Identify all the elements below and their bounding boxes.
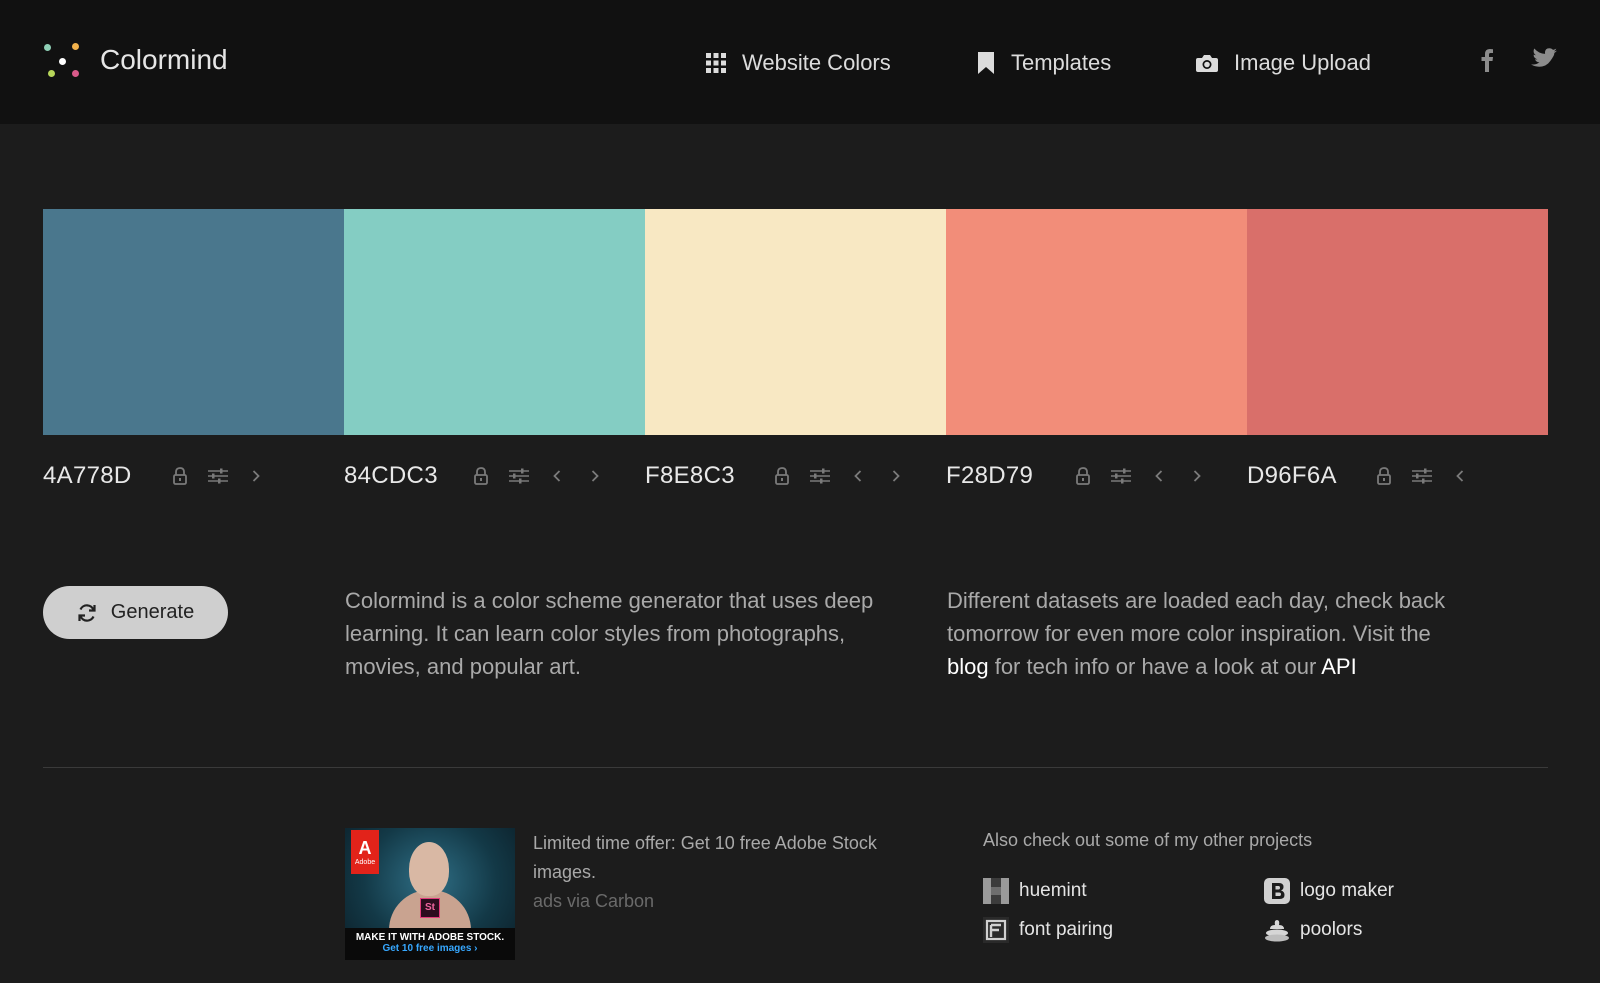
project-logo-maker[interactable]: logo maker — [1264, 878, 1394, 904]
ad-banner-line1: MAKE IT WITH ADOBE STOCK. — [355, 932, 505, 943]
top-header: Colormind Website Colors Templates Image… — [0, 0, 1600, 124]
hex-value[interactable]: D96F6A — [1247, 462, 1365, 490]
chevron-left-icon[interactable] — [538, 463, 576, 489]
logo-dot — [48, 70, 55, 77]
ad-image[interactable]: A Adobe St MAKE IT WITH ADOBE STOCK. Get… — [345, 828, 515, 960]
generate-button[interactable]: Generate — [43, 586, 228, 639]
chevron-right-icon[interactable] — [237, 463, 275, 489]
swatch-label-4: F28D79 — [946, 458, 1247, 494]
swatch-4[interactable] — [946, 209, 1247, 435]
swatch-1[interactable] — [43, 209, 344, 435]
datasets-text: Different datasets are loaded each day, … — [947, 584, 1467, 683]
logo-dot — [72, 43, 79, 50]
nav-image-upload[interactable]: Image Upload — [1196, 46, 1371, 80]
hex-value[interactable]: F8E8C3 — [645, 462, 763, 490]
ad-via-link[interactable]: ads via Carbon — [533, 887, 913, 916]
poolors-icon — [1265, 920, 1289, 942]
swatch-label-1: 4A778D — [43, 458, 344, 494]
ad-banner: MAKE IT WITH ADOBE STOCK. Get 10 free im… — [345, 928, 515, 960]
swatch-labels: 4A778D 84CDC3 F8E8C3 F28D79 D96F6A — [43, 458, 1548, 494]
about-text: Colormind is a color scheme generator th… — [345, 588, 874, 679]
logo-dot — [72, 70, 79, 77]
chevron-right-icon[interactable] — [576, 463, 614, 489]
datasets-text-part1: Different datasets are loaded each day, … — [947, 588, 1446, 646]
nav-templates[interactable]: Templates — [977, 46, 1111, 80]
camera-icon — [1196, 55, 1218, 72]
huemint-icon — [983, 878, 1009, 904]
chevron-right-icon[interactable] — [877, 463, 915, 489]
nav-templates-label: Templates — [1011, 50, 1112, 75]
adobe-logo: A Adobe — [351, 830, 379, 874]
twitter-icon[interactable] — [1531, 48, 1557, 74]
lock-icon[interactable] — [1365, 463, 1403, 489]
ad-text: Limited time offer: Get 10 free Adobe St… — [533, 829, 913, 916]
ad-banner-line2: Get 10 free images › — [382, 943, 478, 954]
color-palette — [43, 209, 1548, 435]
project-label: poolors — [1300, 919, 1363, 940]
hex-value[interactable]: F28D79 — [946, 462, 1064, 490]
adobe-logo-name: Adobe — [354, 859, 376, 866]
generate-label: Generate — [110, 601, 195, 623]
grid-icon — [706, 53, 726, 73]
chevron-left-icon[interactable] — [839, 463, 877, 489]
lock-icon[interactable] — [1064, 463, 1102, 489]
bookmark-icon — [978, 52, 994, 74]
ad-offer[interactable]: Limited time offer: Get 10 free Adobe St… — [533, 829, 913, 887]
refresh-icon — [78, 603, 96, 622]
stock-badge: St — [420, 898, 440, 918]
hex-value[interactable]: 4A778D — [43, 462, 161, 490]
lock-icon[interactable] — [161, 463, 199, 489]
project-label: huemint — [1019, 880, 1087, 901]
nav-image-upload-label: Image Upload — [1234, 50, 1371, 75]
adjust-sliders-icon[interactable] — [801, 463, 839, 489]
section-divider — [43, 767, 1548, 768]
logo-dot — [44, 44, 51, 51]
chevron-left-icon[interactable] — [1441, 463, 1479, 489]
adjust-sliders-icon[interactable] — [500, 463, 538, 489]
swatch-3[interactable] — [645, 209, 946, 435]
brand-name[interactable]: Colormind — [100, 44, 228, 76]
ad-figure-face — [409, 842, 449, 896]
colormind-logo-icon[interactable] — [42, 42, 82, 82]
logo-dot — [59, 58, 66, 65]
swatch-label-3: F8E8C3 — [645, 458, 946, 494]
datasets-text-part2: for tech info or have a look at our — [988, 654, 1322, 679]
hex-value[interactable]: 84CDC3 — [344, 462, 462, 490]
font-pairing-icon — [983, 917, 1009, 943]
api-link[interactable]: API — [1321, 654, 1356, 679]
lock-icon[interactable] — [763, 463, 801, 489]
logo-maker-icon — [1264, 878, 1290, 904]
adjust-sliders-icon[interactable] — [1102, 463, 1140, 489]
nav-website-colors-label: Website Colors — [742, 50, 891, 75]
chevron-left-icon[interactable] — [1140, 463, 1178, 489]
project-poolors[interactable]: poolors — [1264, 917, 1362, 943]
project-label: logo maker — [1300, 880, 1394, 901]
blog-link[interactable]: blog — [947, 654, 989, 679]
swatch-2[interactable] — [344, 209, 645, 435]
swatch-5[interactable] — [1247, 209, 1548, 435]
lock-icon[interactable] — [462, 463, 500, 489]
swatch-label-5: D96F6A — [1247, 458, 1548, 494]
facebook-icon[interactable] — [1480, 48, 1494, 76]
nav-website-colors[interactable]: Website Colors — [706, 46, 891, 80]
project-huemint[interactable]: huemint — [983, 878, 1087, 904]
project-label: font pairing — [1019, 919, 1114, 940]
adjust-sliders-icon[interactable] — [1403, 463, 1441, 489]
chevron-right-icon[interactable] — [1178, 463, 1216, 489]
adobe-logo-letter: A — [358, 838, 372, 858]
swatch-label-2: 84CDC3 — [344, 458, 645, 494]
projects-title: Also check out some of my other projects — [983, 830, 1313, 850]
adjust-sliders-icon[interactable] — [199, 463, 237, 489]
project-font-pairing[interactable]: font pairing — [983, 917, 1113, 943]
